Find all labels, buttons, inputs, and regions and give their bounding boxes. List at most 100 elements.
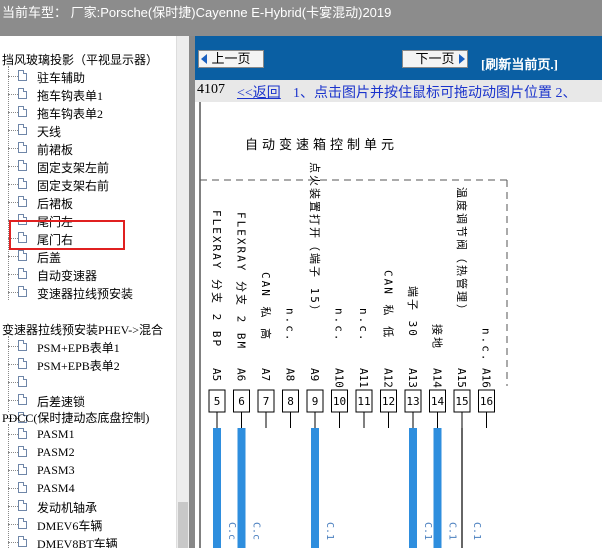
document-icon xyxy=(18,358,27,369)
document-icon xyxy=(18,394,27,405)
pin-label: n.c. xyxy=(357,308,370,343)
prev-page-label: 上一页 xyxy=(211,51,251,66)
pin-code: A16 xyxy=(480,368,493,388)
tree-connector xyxy=(8,202,18,203)
pin-label: 温度调节阀（热管理） xyxy=(455,187,469,317)
document-icon xyxy=(18,124,27,135)
tree-item-label: PSM+EPB表单1 xyxy=(37,341,120,355)
wire xyxy=(409,428,417,548)
tree-item-label: 自动变速器 xyxy=(37,269,98,283)
wire-tag: C.1 xyxy=(447,522,458,540)
arrow-right-icon xyxy=(459,54,465,64)
wire xyxy=(433,428,442,548)
diagram-title: 自动变速箱控制单元 xyxy=(245,137,398,153)
tree-connector xyxy=(8,542,18,543)
pin-number: 8 xyxy=(287,395,294,408)
wire-tag: C.1 xyxy=(422,522,433,540)
document-icon xyxy=(18,376,27,387)
tree-connector xyxy=(8,292,18,293)
tree-group-label: 变速器拉线预安装PHEV->混合 xyxy=(2,323,163,337)
pin-number: 7 xyxy=(263,395,270,408)
pin-number: 6 xyxy=(238,395,245,408)
pin-code: A7 xyxy=(259,368,272,381)
tree-connector xyxy=(8,274,18,275)
tree-item-label: PSM+EPB表单2 xyxy=(37,359,120,373)
pin-code: A8 xyxy=(284,368,297,381)
tree-group-label: PDCC(保时捷动态底盘控制) xyxy=(2,411,150,425)
pin-code: A10 xyxy=(333,368,346,388)
tree-item-label: 后裙板 xyxy=(37,197,74,211)
pin-code: A9 xyxy=(308,368,321,381)
document-icon xyxy=(18,88,27,99)
tree-guide xyxy=(8,424,9,548)
pin-label: n.c. xyxy=(333,308,346,343)
drag-hint: 1、点击图片并按住鼠标可拖动动图片位置 2、 xyxy=(293,86,577,101)
tree-connector xyxy=(8,130,18,131)
tree-connector xyxy=(8,524,18,525)
wiring-diagram[interactable]: 自动变速箱控制单元 FLEXRAY 分支 2 BP A5 5 FLEXRAY 分支 2 … xyxy=(195,102,602,548)
document-icon xyxy=(18,160,27,171)
selection-highlight xyxy=(9,220,125,250)
pin-label: 端子 30 xyxy=(406,286,419,338)
document-icon xyxy=(18,518,27,529)
wire xyxy=(311,428,319,548)
tree-item-label: PASM2 xyxy=(37,445,75,459)
pin-code: A15 xyxy=(455,368,468,388)
tree-item-label: 发动机轴承 xyxy=(37,501,98,515)
pin-number: 14 xyxy=(431,395,445,408)
pin-label: CAN 私 高 xyxy=(259,272,273,341)
tree-item-label: PASM3 xyxy=(37,463,75,477)
tree-item-label: 变速器拉线预安装 xyxy=(37,287,134,301)
wire-tag: C.1 xyxy=(471,522,482,540)
vehicle-title: 当前车型： 厂家:Porsche(保时捷)Cayenne E-Hybrid(卡宴… xyxy=(2,5,392,20)
title-bar: 当前车型： 厂家:Porsche(保时捷)Cayenne E-Hybrid(卡宴… xyxy=(0,0,602,36)
tree-item-label: 后差速锁 xyxy=(37,395,86,409)
pin-code: A12 xyxy=(382,368,395,388)
document-icon xyxy=(18,340,27,351)
document-icon xyxy=(18,70,27,81)
tree-item-label: DMEV8BT车辆 xyxy=(37,537,118,548)
back-link[interactable]: <<返回 xyxy=(237,82,281,102)
refresh-link[interactable]: [刷新当前页.] xyxy=(481,54,558,73)
document-icon xyxy=(18,500,27,511)
pin-number: 10 xyxy=(333,395,346,408)
tree-connector xyxy=(8,112,18,113)
tree-connector xyxy=(8,488,18,489)
wire xyxy=(213,428,221,548)
tree-item-label: 拖车钩表单2 xyxy=(37,107,104,121)
info-bar: 4107 <<返回 1、点击图片并按住鼠标可拖动动图片位置 2、 xyxy=(195,80,602,102)
content-panel: 上一页 下一页 [刷新当前页.] 4107 <<返回 1、点击图片并按住鼠标可拖… xyxy=(195,36,602,548)
wire-tag: C.c xyxy=(251,522,262,540)
tree-scrollbar[interactable] xyxy=(176,36,189,548)
pin-label: FLEXRAY 分支 2 BM xyxy=(235,212,248,350)
tree-item-label: 驻车辅助 xyxy=(37,71,86,85)
tree-item-label: DMEV6车辆 xyxy=(37,519,103,533)
tree-connector xyxy=(8,470,18,471)
tree-item-label: 后盖 xyxy=(37,251,62,265)
tree-connector xyxy=(8,166,18,167)
tree-item-label: 前裙板 xyxy=(37,143,74,157)
pin-number: 11 xyxy=(357,395,370,408)
tree-item-label: 天线 xyxy=(37,125,62,139)
pin-label: 点火装置打开（端子 15） xyxy=(308,162,322,318)
next-page-button[interactable]: 下一页 xyxy=(402,50,468,68)
pin-number: 5 xyxy=(214,395,221,408)
prev-page-button[interactable]: 上一页 xyxy=(198,50,264,68)
pin-code: A6 xyxy=(235,368,248,381)
document-icon xyxy=(18,196,27,207)
wire-tag: C.1 xyxy=(324,522,335,540)
pin-number: 13 xyxy=(406,395,419,408)
document-icon xyxy=(18,482,27,493)
tree-item-label: 固定支架右前 xyxy=(37,179,110,193)
pin-number: 15 xyxy=(455,395,468,408)
scrollbar-thumb[interactable] xyxy=(178,502,188,548)
page-number: 4107 xyxy=(197,82,225,97)
pin-label: CAN 私 低 xyxy=(382,270,395,339)
tree-connector xyxy=(8,94,18,95)
pin-label: n.c. xyxy=(480,328,493,363)
tree-panel[interactable]: 挡风玻璃投影（平视显示器） 驻车辅助 拖车钩表单1 拖车钩表单2 天线 前裙板 固定支架左前… xyxy=(0,36,176,548)
tree-connector xyxy=(8,400,18,401)
tree-connector xyxy=(8,382,18,383)
tree-connector xyxy=(8,184,18,185)
pin-label: FLEXRAY 分支 2 BP xyxy=(210,210,223,348)
